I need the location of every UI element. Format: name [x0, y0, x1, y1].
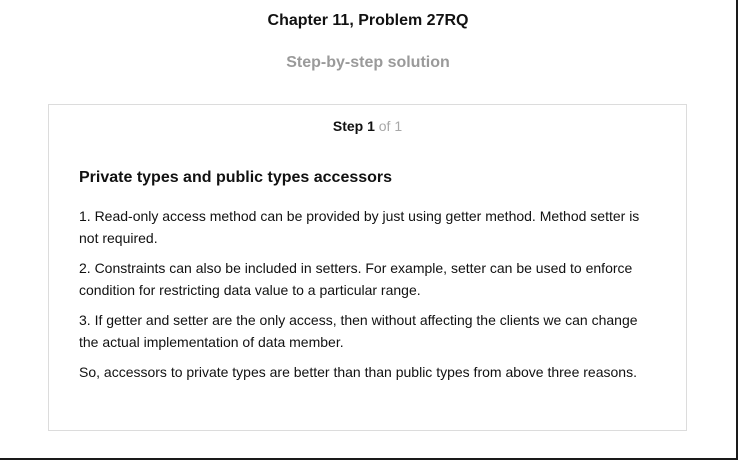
solution-conclusion: So, accessors to private types are bette… [79, 364, 637, 380]
step-indicator: Step 1 of 1 [49, 118, 686, 134]
page-title: Chapter 11, Problem 27RQ [267, 12, 469, 29]
solution-paragraph: 1. Read-only access method can be provid… [79, 208, 640, 246]
solution-paragraph: 3. If getter and setter are the only acc… [79, 312, 638, 350]
solution-paragraph: 2. Constraints can also be included in s… [79, 260, 633, 298]
step-total: of 1 [378, 118, 403, 134]
solution-subtitle: Step-by-step solution [286, 54, 450, 71]
step-body: 1. Read-only access method can be provid… [79, 205, 659, 391]
step-card: Step 1 of 1 Private types and public typ… [48, 104, 687, 431]
step-number: Step 1 [332, 118, 375, 134]
step-heading: Private types and public types accessors [79, 169, 393, 186]
